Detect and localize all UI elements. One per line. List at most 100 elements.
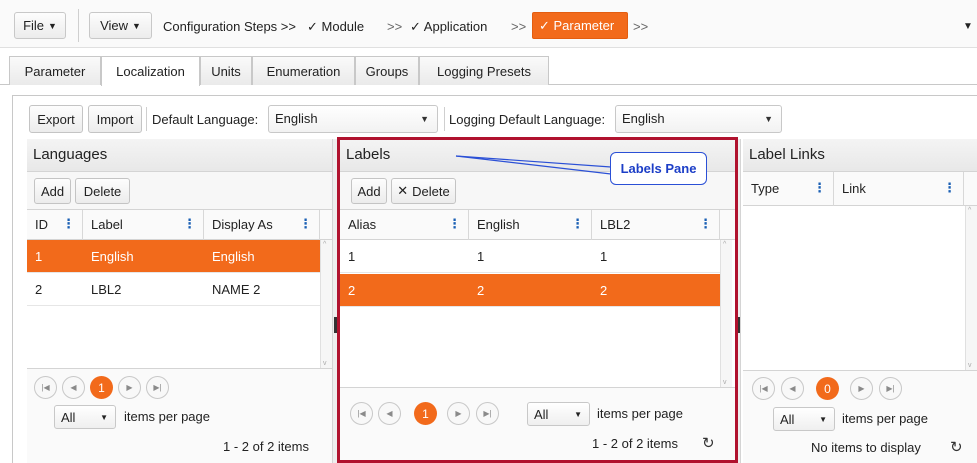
column-header-lbl2[interactable]: LBL2 ⋮ [592, 210, 720, 240]
labels-grid-header: Alias ⋮ English ⋮ LBL2 ⋮ [340, 210, 735, 240]
cell-id: 1 [35, 249, 43, 264]
tab-parameter[interactable]: Parameter [9, 56, 101, 85]
tab-label: Enumeration [266, 63, 341, 79]
labels-scrollbar[interactable]: ^ v [720, 240, 732, 387]
step-application[interactable]: ✓ Application [410, 19, 487, 35]
column-header-alias[interactable]: Alias ⋮ [340, 210, 469, 240]
step-parameter-active[interactable]: ✓ Parameter [532, 12, 628, 39]
chevron-down-icon: ▼ [100, 413, 108, 422]
scroll-up-icon[interactable]: ^ [723, 241, 726, 248]
languages-pane-toolbar: Add Delete [27, 172, 332, 210]
tab-logging-presets[interactable]: Logging Presets [419, 56, 549, 85]
add-language-button[interactable]: Add [34, 178, 71, 204]
pane-splitter[interactable] [332, 139, 338, 463]
table-row[interactable]: 1 English English [27, 240, 320, 273]
refresh-icon[interactable]: ↻ [950, 438, 963, 456]
file-menu-button[interactable]: File ▼ [14, 12, 66, 39]
toolbar-divider [146, 107, 147, 131]
import-button[interactable]: Import [88, 105, 142, 133]
column-header-id[interactable]: ID ⋮ [27, 210, 83, 240]
column-header-label[interactable]: Label ⋮ [83, 210, 204, 240]
first-page-icon[interactable]: |◀ [752, 377, 775, 400]
toolbar-overflow-chevron-icon[interactable]: ▼ [963, 21, 973, 32]
chevron-down-icon: ▼ [420, 114, 429, 124]
export-button[interactable]: Export [29, 105, 83, 133]
next-page-icon[interactable]: ▶ [118, 376, 141, 399]
import-label: Import [96, 111, 134, 127]
prev-page-icon[interactable]: ◀ [378, 402, 401, 425]
chevron-down-icon: ▼ [574, 410, 582, 419]
last-page-icon[interactable]: ▶| [879, 377, 902, 400]
cell-id: 2 [35, 282, 43, 297]
cell-lbl2: 1 [600, 249, 608, 264]
step-module[interactable]: ✓ Module [307, 19, 364, 35]
column-header-display-as[interactable]: Display As ⋮ [204, 210, 320, 240]
scroll-down-icon[interactable]: v [968, 362, 972, 369]
page-size-select[interactable]: All ▼ [527, 402, 590, 426]
delete-label: Delete [412, 183, 450, 199]
column-menu-icon[interactable]: ⋮ [299, 216, 312, 232]
table-row[interactable]: 1 1 1 [340, 240, 720, 273]
page-number-button[interactable]: 0 [816, 377, 839, 400]
prev-page-icon[interactable]: ◀ [781, 377, 804, 400]
page-size-select[interactable]: All ▼ [54, 405, 116, 429]
next-page-icon[interactable]: ▶ [447, 402, 470, 425]
column-menu-icon[interactable]: ⋮ [699, 216, 712, 232]
step-separator: >> [633, 19, 649, 34]
first-page-icon[interactable]: |◀ [350, 402, 373, 425]
config-steps-label: Configuration Steps >> [163, 19, 296, 34]
chevron-down-icon: ▼ [48, 20, 57, 31]
add-label-button[interactable]: Add [351, 178, 387, 204]
column-menu-icon[interactable]: ⋮ [813, 180, 826, 196]
scroll-up-icon[interactable]: ^ [968, 207, 971, 214]
column-menu-icon[interactable]: ⋮ [943, 180, 956, 196]
delete-language-button[interactable]: Delete [75, 178, 130, 204]
column-menu-icon[interactable]: ⋮ [571, 216, 584, 232]
table-row[interactable]: 2 2 2 [340, 274, 720, 307]
tab-groups[interactable]: Groups [355, 56, 419, 85]
last-page-icon[interactable]: ▶| [476, 402, 499, 425]
page-number-button[interactable]: 1 [90, 376, 113, 399]
column-header-link[interactable]: Link ⋮ [834, 172, 964, 206]
first-page-icon[interactable]: |◀ [34, 376, 57, 399]
delete-label-button[interactable]: ✕ Delete [391, 178, 456, 204]
refresh-icon[interactable]: ↻ [702, 434, 715, 452]
close-icon: ✕ [397, 183, 409, 198]
page-size-value: All [61, 410, 76, 425]
cell-english: 2 [477, 283, 485, 298]
tab-strip: Parameter Localization Units Enumeration… [0, 48, 977, 86]
languages-scrollbar[interactable]: ^ v [320, 240, 332, 368]
prev-page-icon[interactable]: ◀ [62, 376, 85, 399]
column-menu-icon[interactable]: ⋮ [183, 216, 196, 232]
items-per-page-label: items per page [842, 411, 928, 426]
label-links-scrollbar[interactable]: ^ v [965, 206, 977, 370]
column-header-type[interactable]: Type ⋮ [743, 172, 834, 206]
languages-grid-header: ID ⋮ Label ⋮ Display As ⋮ [27, 210, 332, 240]
page-size-select[interactable]: All ▼ [773, 407, 835, 431]
logging-default-language-select[interactable]: English ▼ [615, 105, 782, 133]
tab-units[interactable]: Units [200, 56, 252, 85]
column-menu-icon[interactable]: ⋮ [448, 216, 461, 232]
tab-label: Localization [116, 64, 185, 79]
column-menu-icon[interactable]: ⋮ [62, 216, 75, 232]
scroll-up-icon[interactable]: ^ [323, 241, 326, 248]
cell-display-as: English [212, 249, 255, 264]
tab-enumeration[interactable]: Enumeration [252, 56, 355, 85]
view-menu-button[interactable]: View ▼ [89, 12, 152, 39]
default-language-label: Default Language: [152, 112, 259, 127]
scroll-down-icon[interactable]: v [723, 379, 727, 386]
splitter-grip[interactable] [737, 317, 740, 333]
column-header-english[interactable]: English ⋮ [469, 210, 592, 240]
scroll-down-icon[interactable]: v [323, 360, 327, 367]
last-page-icon[interactable]: ▶| [146, 376, 169, 399]
label-links-pane: Label Links Type ⋮ Link ⋮ ^ v |◀ ◀ 0 ▶ ▶| … [743, 139, 977, 463]
next-page-icon[interactable]: ▶ [850, 377, 873, 400]
table-row[interactable]: 2 LBL2 NAME 2 [27, 273, 320, 306]
column-header-label: LBL2 [600, 217, 631, 232]
splitter-grip[interactable] [334, 317, 337, 333]
label-links-pager: |◀ ◀ 0 ▶ ▶| All ▼ items per page No items… [743, 370, 977, 463]
pane-splitter[interactable] [735, 139, 741, 463]
default-language-select[interactable]: English ▼ [268, 105, 438, 133]
tab-localization[interactable]: Localization [101, 56, 200, 86]
page-number-button[interactable]: 1 [414, 402, 437, 425]
